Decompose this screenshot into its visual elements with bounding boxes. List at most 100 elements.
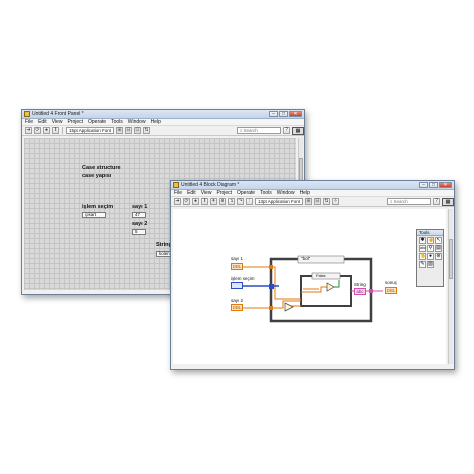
auto-tool-icon[interactable]: ✱: [419, 237, 426, 244]
sayi2-terminal[interactable]: DBL: [231, 304, 243, 311]
pause-icon[interactable]: ‖: [52, 127, 59, 134]
maximize-button[interactable]: □: [429, 182, 438, 188]
menu-tools[interactable]: Tools: [260, 190, 272, 196]
menu-help[interactable]: Help: [300, 190, 310, 196]
label-tool-icon[interactable]: abc: [419, 245, 426, 252]
close-button[interactable]: ✕: [289, 111, 302, 117]
minimize-button[interactable]: –: [419, 182, 428, 188]
islem-terminal[interactable]: [231, 282, 243, 289]
sayi1-control[interactable]: 47: [132, 212, 146, 218]
pause-icon[interactable]: ‖: [201, 198, 208, 205]
search-icon: ⌕: [390, 199, 393, 204]
block-diagram-vscroll[interactable]: [448, 209, 453, 364]
color-tool-icon[interactable]: ▧: [427, 261, 434, 268]
divide-node[interactable]: [284, 302, 294, 312]
front-panel-title: Untitled 4 Front Panel *: [32, 111, 84, 117]
menu-window[interactable]: Window: [277, 190, 295, 196]
help-icon[interactable]: ?: [283, 127, 290, 134]
sonuc-label: sonuç: [385, 280, 398, 285]
probe-tool-icon[interactable]: ⊛: [435, 253, 442, 260]
labview-app-icon: [24, 111, 30, 117]
minimize-button[interactable]: –: [269, 111, 278, 117]
wire-tool-icon[interactable]: ⚲: [427, 245, 434, 252]
menu-file[interactable]: File: [25, 119, 33, 125]
menu-view[interactable]: View: [201, 190, 212, 196]
front-panel-toolbar: ➔ ⟳ ● ‖ 15pt Application Font ⊞ ⊟ ⊡ ⇅ ⌕ …: [22, 126, 304, 136]
window-controls: – □ ✕: [419, 182, 452, 188]
maximize-button[interactable]: □: [279, 111, 288, 117]
tunnel-string: [369, 289, 373, 293]
tools-grid: ✱ ☝ ↖ abc ⚲ ▤ ✋ ● ⊛ ✎ ▧: [417, 236, 443, 269]
compare-node[interactable]: [326, 282, 335, 292]
heading-case-structure: Case structure: [82, 165, 121, 171]
position-tool-icon[interactable]: ↖: [435, 237, 442, 244]
menu-project[interactable]: Project: [67, 119, 83, 125]
menu-window[interactable]: Window: [128, 119, 146, 125]
string-node[interactable]: abc: [354, 288, 366, 295]
vscroll-thumb[interactable]: [449, 239, 453, 279]
highlight-execution-icon[interactable]: ☀: [210, 198, 217, 205]
run-arrow-icon[interactable]: ➔: [174, 198, 181, 205]
block-diagram-titlebar[interactable]: Untitled 4 Block Diagram * – □ ✕: [171, 181, 454, 190]
front-panel-titlebar[interactable]: Untitled 4 Front Panel * – □ ✕: [22, 110, 304, 119]
islem-secim-enum[interactable]: çıkart: [82, 212, 106, 218]
menu-help[interactable]: Help: [151, 119, 161, 125]
align-icon[interactable]: ⊞: [116, 127, 124, 134]
menu-project[interactable]: Project: [216, 190, 232, 196]
run-continuously-icon[interactable]: ⟳: [183, 198, 190, 205]
breakpoint-tool-icon[interactable]: ●: [427, 253, 434, 260]
retain-wire-values-icon[interactable]: ⊕: [219, 198, 226, 205]
menu-operate[interactable]: Operate: [237, 190, 255, 196]
abort-icon[interactable]: ●: [192, 198, 199, 205]
inner-case-structure[interactable]: [300, 275, 352, 307]
resize-icon[interactable]: ⊡: [134, 127, 142, 134]
search-input[interactable]: ⌕ Search: [237, 127, 281, 134]
menu-operate[interactable]: Operate: [88, 119, 106, 125]
align-icon[interactable]: ⊞: [305, 198, 313, 205]
cleanup-icon[interactable]: ✧: [332, 198, 340, 205]
wire-boolean: [333, 280, 340, 288]
distribute-icon[interactable]: ⊟: [125, 127, 133, 134]
sonuc-indicator[interactable]: DBL: [385, 287, 397, 294]
menu-edit[interactable]: Edit: [187, 190, 196, 196]
reorder-icon[interactable]: ⇅: [143, 127, 151, 134]
step-into-icon[interactable]: ↴: [228, 198, 235, 205]
reorder-icon[interactable]: ⇅: [323, 198, 331, 205]
sayi1-label: sayı 1: [132, 204, 148, 210]
front-panel-menubar: File Edit View Project Operate Tools Win…: [22, 119, 304, 126]
inner-case-selector-label[interactable]: False: [316, 273, 326, 278]
vi-icon: ▦: [442, 197, 454, 206]
search-placeholder: Search: [393, 199, 408, 204]
menu-tools[interactable]: Tools: [111, 119, 123, 125]
font-select[interactable]: 15pt Application Font: [66, 127, 115, 134]
help-icon[interactable]: ?: [433, 198, 440, 205]
sayi2-label: sayı 2: [132, 221, 148, 227]
scroll-tool-icon[interactable]: ✋: [419, 253, 426, 260]
abort-icon[interactable]: ●: [43, 127, 50, 134]
menu-view[interactable]: View: [52, 119, 63, 125]
sayi2-control[interactable]: 5: [132, 229, 146, 235]
block-diagram-title: Untitled 4 Block Diagram *: [181, 182, 240, 188]
string-node-label: String: [354, 282, 366, 287]
search-input[interactable]: ⌕ Search: [387, 198, 431, 205]
step-over-icon[interactable]: ↷: [237, 198, 244, 205]
operate-tool-icon[interactable]: ☝: [427, 237, 434, 244]
outer-case-selector-label[interactable]: "bol": [301, 256, 310, 261]
distribute-icon[interactable]: ⊟: [314, 198, 322, 205]
block-diagram-svg: [240, 255, 383, 323]
sayi1-terminal[interactable]: DBL: [231, 263, 243, 270]
tunnel-sayi1: [269, 265, 273, 269]
tunnel-sayi2: [269, 306, 273, 310]
block-diagram-canvas[interactable]: sayı 1 DBL işlem seçim sayı 2 DBL "bol" …: [173, 209, 446, 364]
shortcut-menu-tool-icon[interactable]: ▤: [435, 245, 442, 252]
run-arrow-icon[interactable]: ➔: [25, 127, 32, 134]
close-button[interactable]: ✕: [439, 182, 452, 188]
block-diagram-window: Untitled 4 Block Diagram * – □ ✕ File Ed…: [170, 180, 455, 370]
islem-secim-label: işlem seçim: [82, 204, 114, 210]
menu-edit[interactable]: Edit: [38, 119, 47, 125]
font-select[interactable]: 13pt Application Font: [255, 198, 304, 205]
run-continuously-icon[interactable]: ⟳: [34, 127, 41, 134]
color-copy-tool-icon[interactable]: ✎: [419, 261, 426, 268]
menu-file[interactable]: File: [174, 190, 182, 196]
step-out-icon[interactable]: ↑: [246, 198, 253, 205]
